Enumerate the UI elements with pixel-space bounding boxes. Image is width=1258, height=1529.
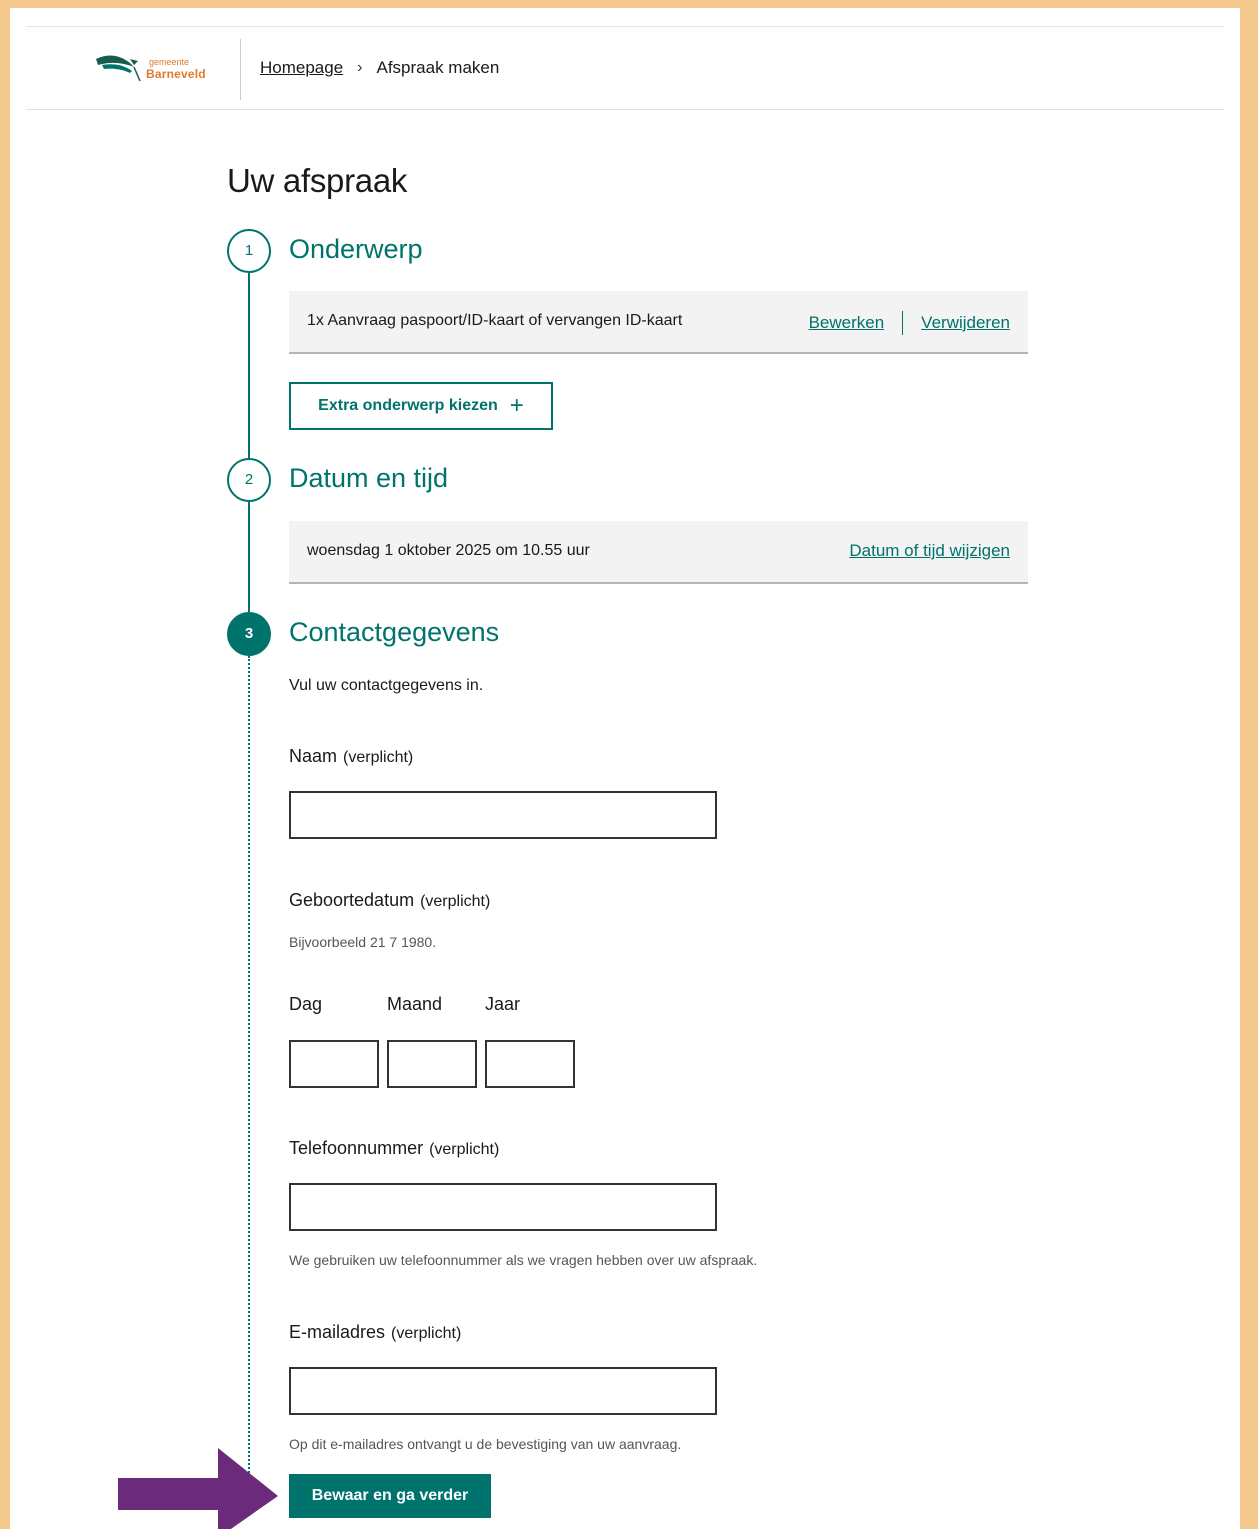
month-label: Maand bbox=[387, 994, 443, 1014]
phone-hint: We gebruiken uw telefoonnummer als we vr… bbox=[289, 1252, 758, 1268]
logo-big-text: Barneveld bbox=[146, 67, 206, 81]
breadcrumb: Homepage › Afspraak maken bbox=[260, 58, 499, 78]
name-label: Naam (verplicht) bbox=[289, 746, 413, 767]
month-input[interactable] bbox=[387, 1040, 477, 1088]
selected-subject-box: 1x Aanvraag paspoort/ID-kaart of vervang… bbox=[289, 291, 1028, 354]
phone-label-text: Telefoonnummer bbox=[289, 1138, 424, 1158]
birthdate-hint: Bijvoorbeeld 21 7 1980. bbox=[289, 934, 437, 950]
required-marker: (verplicht) bbox=[420, 893, 491, 910]
edit-subject-link[interactable]: Bewerken bbox=[809, 313, 885, 333]
birthdate-label-text: Geboortedatum bbox=[289, 890, 415, 910]
header-divider bbox=[240, 39, 241, 100]
page-frame: gemeente Barneveld Homepage › Afspraak m… bbox=[10, 8, 1240, 1529]
email-input[interactable] bbox=[289, 1367, 717, 1415]
step-number-2: 2 bbox=[227, 458, 271, 502]
selected-datetime-text: woensdag 1 oktober 2025 om 10.55 uur bbox=[307, 542, 590, 559]
site-header: gemeente Barneveld Homepage › Afspraak m… bbox=[26, 27, 1224, 110]
day-label: Dag bbox=[289, 994, 323, 1014]
name-input[interactable] bbox=[289, 791, 717, 839]
step-number-3: 3 bbox=[227, 612, 271, 656]
change-datetime-link[interactable]: Datum of tijd wijzigen bbox=[849, 541, 1010, 561]
email-hint: Op dit e-mailadres ontvangt u de bevesti… bbox=[289, 1436, 682, 1452]
step-connector-1 bbox=[248, 273, 250, 460]
delete-subject-link[interactable]: Verwijderen bbox=[921, 313, 1010, 333]
day-input[interactable] bbox=[289, 1040, 379, 1088]
selected-subject-text: 1x Aanvraag paspoort/ID-kaart of vervang… bbox=[307, 312, 683, 329]
chevron-right-icon: › bbox=[357, 59, 363, 76]
subject-actions: Bewerken Verwijderen bbox=[809, 311, 1010, 335]
logo-small-text: gemeente bbox=[149, 57, 190, 67]
add-subject-label: Extra onderwerp kiezen bbox=[318, 397, 498, 414]
step-connector-2 bbox=[248, 502, 250, 612]
breadcrumb-home-link[interactable]: Homepage bbox=[260, 58, 343, 78]
year-input[interactable] bbox=[485, 1040, 575, 1088]
page-title: Uw afspraak bbox=[227, 162, 408, 199]
barneveld-logo[interactable]: gemeente Barneveld bbox=[94, 49, 224, 89]
birthdate-label: Geboortedatum (verplicht) bbox=[289, 890, 490, 911]
step-number-1: 1 bbox=[227, 229, 271, 273]
required-marker: (verplicht) bbox=[429, 1141, 500, 1158]
step-title-onderwerp: Onderwerp bbox=[289, 234, 423, 264]
breadcrumb-current: Afspraak maken bbox=[376, 58, 500, 77]
step-connector-3 bbox=[248, 656, 250, 1476]
year-label: Jaar bbox=[485, 994, 521, 1014]
add-subject-button[interactable]: Extra onderwerp kiezen + bbox=[289, 382, 553, 430]
bird-logo-icon bbox=[96, 55, 141, 82]
plus-icon: + bbox=[509, 392, 524, 419]
step-title-contactgegevens: Contactgegevens bbox=[289, 617, 500, 647]
email-label: E-mailadres (verplicht) bbox=[289, 1322, 461, 1343]
phone-input[interactable] bbox=[289, 1183, 717, 1231]
step-title-datum-tijd: Datum en tijd bbox=[289, 463, 449, 493]
name-label-text: Naam bbox=[289, 746, 338, 766]
selected-datetime-box: woensdag 1 oktober 2025 om 10.55 uur Dat… bbox=[289, 521, 1028, 584]
datetime-actions: Datum of tijd wijzigen bbox=[849, 541, 1010, 561]
contact-intro: Vul uw contactgegevens in. bbox=[289, 677, 484, 694]
phone-label: Telefoonnummer (verplicht) bbox=[289, 1138, 499, 1159]
pointer-arrow-icon bbox=[118, 1448, 278, 1529]
email-label-text: E-mailadres bbox=[289, 1322, 386, 1342]
required-marker: (verplicht) bbox=[343, 749, 414, 766]
save-continue-button[interactable]: Bewaar en ga verder bbox=[289, 1474, 491, 1518]
required-marker: (verplicht) bbox=[391, 1325, 462, 1342]
action-divider bbox=[902, 311, 904, 335]
